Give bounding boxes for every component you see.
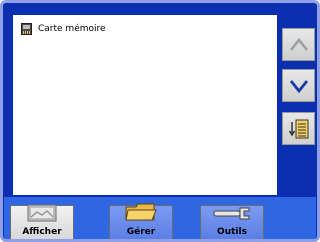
chevron-down-icon [289, 79, 309, 93]
list-item-label: Carte mémoire [38, 24, 106, 34]
tab-label: Afficher [22, 227, 62, 237]
tab-afficher[interactable]: Afficher [10, 204, 74, 239]
tab-label: Outils [217, 227, 247, 237]
image-icon [27, 204, 57, 226]
tab-gerer[interactable]: Gérer [109, 202, 173, 239]
chevron-up-icon [289, 37, 309, 52]
sort-button[interactable] [282, 112, 315, 145]
wrench-icon [212, 204, 252, 226]
tab-label: Gérer [126, 227, 156, 237]
folder-icon [124, 202, 158, 226]
scroll-down-button[interactable] [282, 69, 315, 102]
tab-outils[interactable]: Outils [200, 205, 264, 239]
list-item[interactable]: Carte mémoire [21, 21, 106, 37]
sort-list-icon [288, 118, 310, 140]
memory-card-icon [21, 23, 32, 35]
scroll-up-button[interactable] [282, 28, 315, 61]
file-list-panel[interactable]: Carte mémoire [13, 15, 277, 195]
